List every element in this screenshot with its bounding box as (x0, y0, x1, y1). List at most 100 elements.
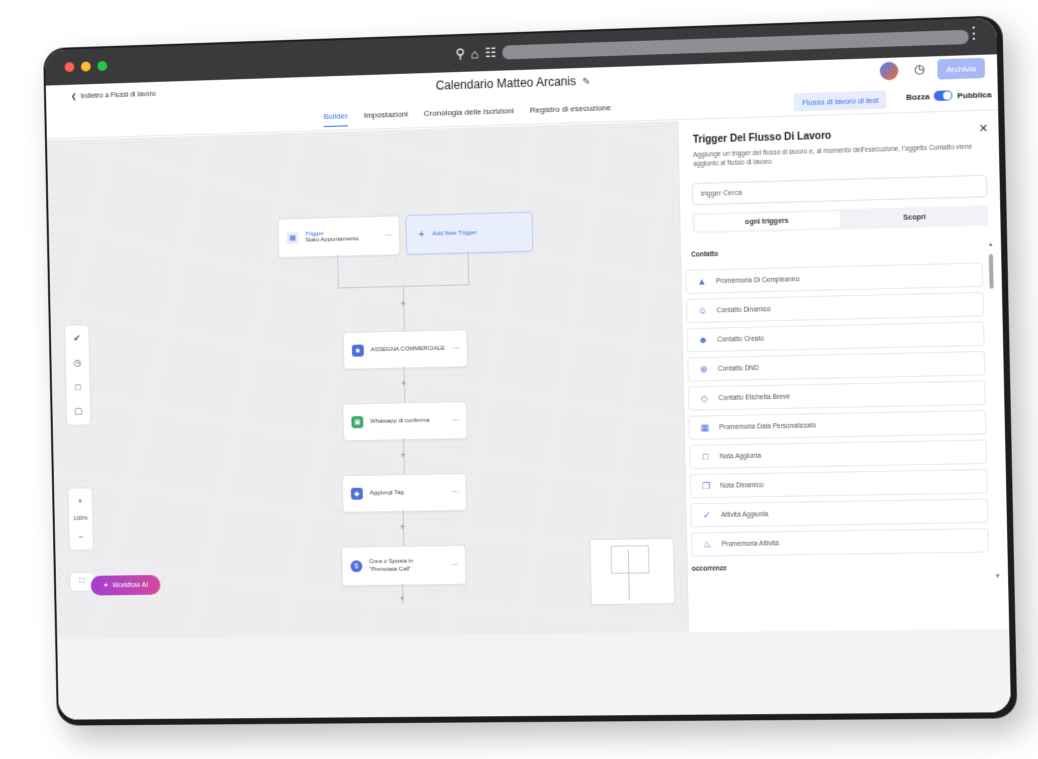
tag-icon: ◆ (350, 487, 363, 500)
trigger-panel: Trigger Del Flusso Di Lavoro ✕ Aggiunge … (677, 111, 1010, 633)
workflow-ai-button[interactable]: ✦ Workflow AI (90, 574, 161, 596)
panel-description: Aggiunge un trigger del flusso di lavoro… (693, 143, 973, 168)
tab-cronologia[interactable]: Cronologia delle iscrizioni (424, 106, 514, 124)
search-icon[interactable]: ⚲ (455, 46, 465, 62)
workflow-canvas[interactable]: ▦ Trigger Stato Appuntamento ⋯ + Add New… (46, 121, 689, 640)
minimap[interactable] (589, 537, 676, 606)
calendar-icon: ▦ (700, 421, 710, 433)
scroll-up-icon[interactable]: ▲ (988, 242, 994, 248)
notes-icon: ❐ (701, 480, 711, 491)
workflow-ai-label: Workflow AI (112, 581, 149, 589)
chat-icon: ▣ (351, 416, 364, 429)
connector (467, 251, 470, 286)
url-field[interactable] (502, 29, 969, 60)
plus-icon: + (418, 229, 425, 241)
close-window-button[interactable] (64, 62, 75, 73)
trigger-option[interactable]: ▦ Promemoria Data Personalizzato (688, 410, 987, 440)
scrollbar-thumb[interactable] (988, 254, 994, 289)
comment-icon[interactable]: □ (75, 382, 80, 392)
add-step-icon[interactable]: + (400, 299, 405, 309)
step-node[interactable]: ▣ Whatsapp di conferma ⋯ (342, 401, 468, 442)
segment-all-triggers[interactable]: ogni triggers (694, 211, 840, 232)
step-node[interactable]: ☻ ASSEGNA COMMERCIALE ⋯ (342, 329, 469, 370)
edit-pencil-icon[interactable]: ✎ (582, 77, 591, 88)
step-label: Crea o Sposta in "Prenotata Call" (369, 558, 414, 574)
canvas-toolbar: ✔ ◷ □ ▢ (64, 324, 92, 426)
zoom-level: 100% (73, 515, 89, 523)
trigger-segment-control: ogni triggers Scopri (692, 205, 989, 234)
more-icon[interactable]: ⋯ (385, 231, 392, 239)
sparkle-icon: ✦ (102, 582, 109, 590)
trigger-option-label: Promemoria Data Personalizzato (719, 421, 817, 431)
check-icon: ✓ (702, 509, 711, 520)
tab-registro[interactable]: Registro di esecuzione (530, 103, 611, 121)
clock-icon[interactable]: ◷ (74, 358, 82, 369)
trigger-option-label: Contatto Dinamico (716, 305, 772, 314)
step-label: Whatsapp di conferma (370, 417, 430, 425)
minimize-window-button[interactable] (80, 61, 91, 72)
site-settings-icon[interactable]: ☷ (485, 45, 497, 61)
archive-button[interactable]: Archivia (937, 57, 986, 80)
tab-builder[interactable]: Builder (323, 111, 349, 128)
trigger-option[interactable]: ☻ Contatto Creato (686, 321, 985, 353)
note-icon: □ (702, 451, 709, 462)
step-label: ASSEGNA COMMERCIALE (370, 345, 445, 354)
user-plus-icon: ☻ (698, 334, 709, 346)
bell-icon: ♨ (703, 538, 712, 549)
tab-list: Builder Impostazioni Cronologia delle is… (323, 103, 611, 128)
tag-icon: ◇ (700, 392, 708, 403)
scroll-down-icon[interactable]: ▼ (995, 574, 1001, 580)
close-icon[interactable]: ✕ (979, 122, 989, 135)
add-trigger-node[interactable]: + Add New Trigger (405, 211, 534, 255)
zoom-in-icon[interactable]: + (78, 496, 83, 506)
trigger-option-label: Nota Dinamico (720, 481, 764, 490)
publish-label: Pubblica (957, 90, 992, 101)
trigger-option[interactable]: ☺ Contatto Dinamico (686, 291, 984, 324)
cake-icon: ▲ (697, 276, 707, 287)
panel-title: Trigger Del Flusso Di Lavoro (692, 130, 832, 146)
zoom-out-icon[interactable]: − (78, 532, 83, 542)
trigger-subtitle: Stato Appuntamento (305, 236, 359, 244)
trigger-search-input[interactable]: trigger Cerca (691, 174, 988, 206)
segment-discover[interactable]: Scopri (841, 205, 988, 229)
trigger-option-label: Attività Aggiunta (720, 510, 769, 519)
stage: ⚲ ⌂ ☷ ⋮ ❮ Indietro a Flussi di lavoro Ca… (0, 0, 1038, 759)
trigger-option[interactable]: ▲ Promemoria Di Compleanno (685, 262, 984, 295)
more-icon[interactable]: ⋯ (453, 344, 460, 352)
more-icon[interactable]: ⋯ (451, 561, 458, 569)
publish-toggle[interactable] (933, 90, 953, 102)
more-menu-icon[interactable]: ⋮ (965, 25, 982, 43)
add-step-icon[interactable]: + (399, 594, 404, 604)
sticky-note-icon[interactable]: ▢ (74, 406, 82, 417)
home-icon[interactable]: ⌂ (471, 46, 479, 61)
user-assign-icon: ☻ (351, 344, 364, 357)
connector (337, 254, 339, 289)
step-node[interactable]: ◆ Aggiungi Tag ⋯ (341, 472, 468, 513)
add-step-icon[interactable]: + (400, 450, 405, 460)
more-icon[interactable]: ⋯ (452, 416, 459, 424)
trigger-option-label: Contatto Creato (717, 335, 764, 344)
trigger-option[interactable]: ◇ Contatto Etichetta Breve (687, 380, 986, 411)
trigger-option[interactable]: ⊗ Contatto DND (687, 350, 986, 382)
trigger-option[interactable]: ✓ Attività Aggiunta (690, 498, 989, 528)
calendar-icon: ▦ (286, 231, 299, 245)
tab-impostazioni[interactable]: Impostazioni (364, 110, 409, 126)
zoom-controls: + 100% − (67, 487, 94, 551)
trigger-option[interactable]: □ Nota Aggiunta (689, 439, 988, 470)
trigger-option[interactable]: ♨ Promemoria Attività (690, 528, 989, 557)
test-workflow-button[interactable]: Flusso di lavoro di test (793, 90, 887, 112)
trigger-option-label: Nota Aggiunta (719, 452, 762, 461)
trigger-option[interactable]: ❐ Nota Dinamico (689, 469, 988, 499)
minimap-viewport[interactable] (610, 545, 650, 574)
add-step-icon[interactable]: + (400, 522, 405, 532)
maximize-window-button[interactable] (97, 60, 108, 72)
more-icon[interactable]: ⋯ (452, 488, 459, 496)
check-circle-icon[interactable]: ✔ (73, 333, 80, 344)
add-step-icon[interactable]: + (401, 378, 406, 388)
section-heading: Contatto (691, 250, 719, 259)
trigger-node[interactable]: ▦ Trigger Stato Appuntamento ⋯ (277, 215, 401, 259)
history-icon[interactable]: ◷ (914, 62, 925, 77)
dnd-icon: ⊗ (699, 363, 708, 374)
laptop-window: ⚲ ⌂ ☷ ⋮ ❮ Indietro a Flussi di lavoro Ca… (43, 15, 1018, 726)
step-node[interactable]: $ Crea o Sposta in "Prenotata Call" ⋯ (341, 544, 467, 587)
